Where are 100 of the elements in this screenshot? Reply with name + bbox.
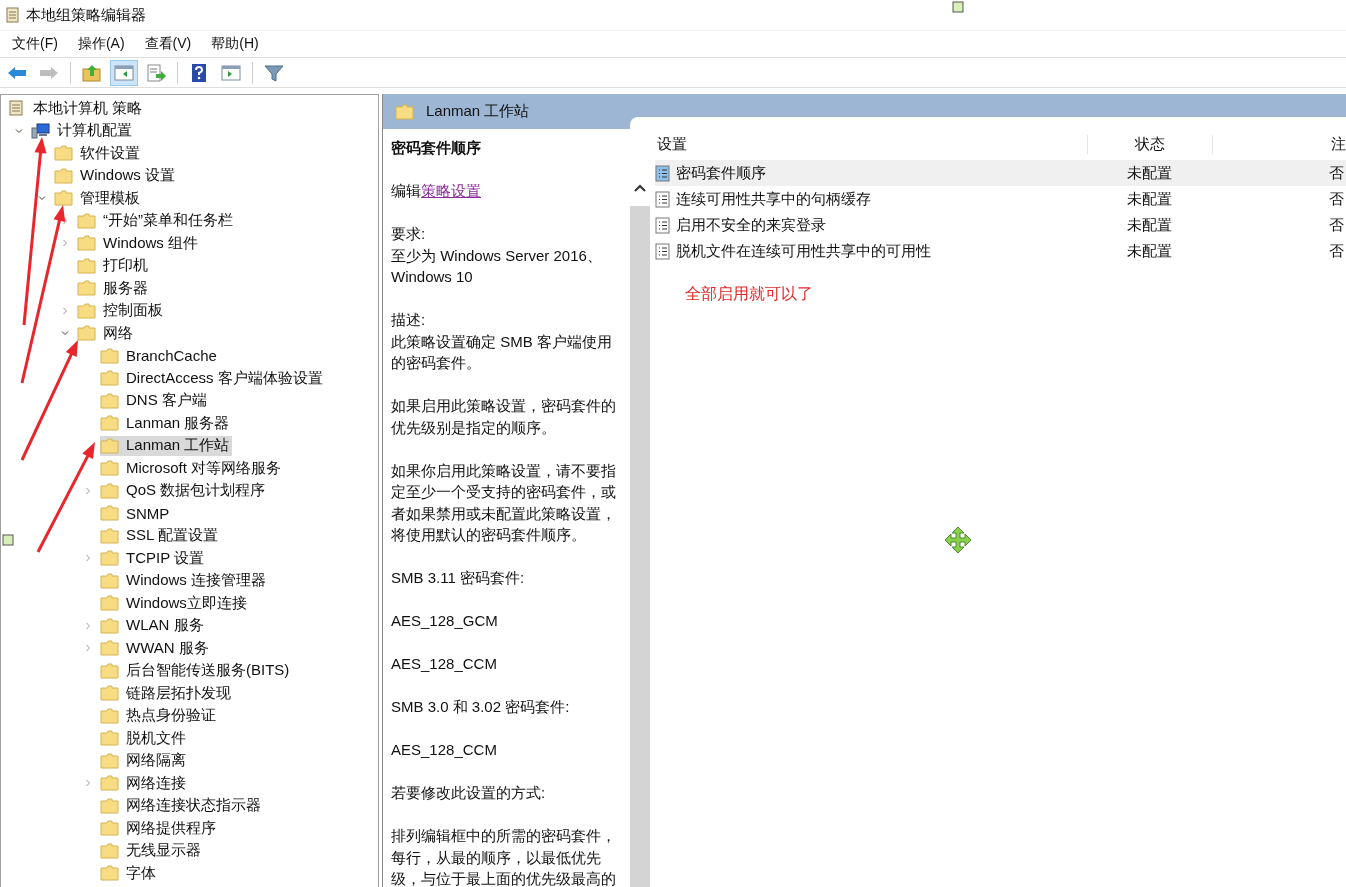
folder-icon — [100, 662, 119, 679]
folder-icon — [100, 392, 119, 409]
tree-item[interactable]: 后台智能传送服务(BITS) — [100, 660, 293, 681]
setting-icon — [655, 216, 671, 234]
resize-handle[interactable] — [2, 534, 14, 546]
description-text: AES_128_GCM — [391, 611, 499, 631]
setting-state: 未配置 — [1125, 189, 1173, 209]
tree-item[interactable]: 计算机配置 — [31, 120, 135, 141]
folder-icon — [100, 865, 119, 882]
tree-item[interactable]: 软件设置 — [54, 143, 143, 164]
folder-icon — [100, 415, 119, 432]
folder-icon — [54, 190, 73, 207]
description-text: 若要修改此设置的方式: — [391, 783, 547, 803]
tree-item[interactable]: 网络连接 — [100, 773, 189, 794]
setting-row[interactable]: 启用不安全的来宾登录 未配置 否 — [655, 212, 1346, 238]
setting-name: 密码套件顺序 — [676, 163, 766, 183]
expand-caret-icon[interactable] — [61, 216, 69, 225]
tree-item[interactable]: BranchCache — [100, 345, 220, 366]
folder-icon — [77, 235, 96, 252]
folder-icon — [100, 572, 119, 589]
tree-item[interactable]: WWAN 服务 — [100, 638, 212, 659]
setting-comment: 否 — [1328, 241, 1345, 261]
description-text: AES_128_CCM — [391, 740, 498, 760]
column-header[interactable]: 设置 — [657, 135, 1087, 154]
tree-item[interactable]: TCPIP 设置 — [100, 548, 208, 569]
setting-state: 未配置 — [1125, 163, 1173, 183]
folder-icon — [100, 685, 119, 702]
description-text: 至少为 Windows Server 2016、Windows 10 — [391, 245, 603, 287]
setting-name: 脱机文件在连续可用性共享中的可用性 — [676, 241, 931, 261]
folder-icon — [100, 347, 119, 364]
tree-item[interactable]: 打印机 — [77, 255, 151, 276]
filter-icon — [263, 62, 285, 83]
tree-item[interactable]: Windows 连接管理器 — [100, 570, 270, 591]
edit-label: 编辑 — [391, 182, 421, 199]
tree-item[interactable]: 服务器 — [77, 278, 151, 299]
collapse-caret-icon[interactable] — [61, 329, 69, 338]
folder-icon — [100, 640, 119, 657]
tree-item[interactable]: 无线显示器 — [100, 840, 204, 861]
description-text: SMB 3.11 密码套件: — [391, 568, 526, 588]
folder-icon — [54, 167, 73, 184]
folder-icon — [77, 302, 96, 319]
setting-state: 未配置 — [1125, 241, 1173, 261]
tree-item[interactable]: DNS 客户端 — [100, 390, 210, 411]
setting-row[interactable]: 密码套件顺序 未配置 否 — [655, 160, 1346, 186]
scroll-up-icon[interactable] — [634, 184, 646, 192]
folder-icon — [100, 707, 119, 724]
folder-icon — [100, 595, 119, 612]
tree-item[interactable]: 网络 — [77, 323, 136, 344]
tree-item[interactable]: Windows立即连接 — [100, 593, 250, 614]
tree-item[interactable]: Windows 设置 — [54, 165, 179, 186]
tree-item[interactable]: QoS 数据包计划程序 — [100, 480, 269, 501]
tree-button[interactable] — [110, 59, 138, 86]
tree-item[interactable]: Windows 组件 — [77, 233, 202, 254]
pane-title: Lanman 工作站 — [426, 102, 530, 121]
setting-state: 未配置 — [1125, 215, 1173, 235]
tree-item[interactable]: 网络提供程序 — [100, 818, 219, 839]
setting-comment: 否 — [1328, 215, 1345, 235]
tree-item[interactable]: 管理模板 — [54, 188, 143, 209]
collapse-caret-icon[interactable] — [38, 194, 46, 203]
collapse-caret-icon[interactable] — [15, 126, 23, 135]
tree-item[interactable]: “开始”菜单和任务栏 — [77, 210, 236, 231]
tree-item[interactable]: SSL 配置设置 — [100, 525, 221, 546]
tree-item[interactable]: 网络连接状态指示器 — [100, 795, 264, 816]
menu-item[interactable]: 查看(V) — [144, 35, 192, 53]
description-text: AES_128_CCM — [391, 654, 498, 674]
tree-item[interactable]: 脱机文件 — [100, 728, 189, 749]
tree-item[interactable]: 网络隔离 — [100, 750, 189, 771]
folder-icon — [100, 797, 119, 814]
folder-icon — [100, 775, 119, 792]
policy-title: 密码套件顺序 — [391, 138, 482, 158]
column-header[interactable]: 注 — [1213, 135, 1346, 154]
folder-icon — [77, 257, 96, 274]
tree-item[interactable]: 本地计算机 策略 — [7, 98, 146, 119]
menu-item[interactable]: 操作(A) — [77, 35, 125, 53]
folder-icon — [395, 103, 414, 120]
export-list-icon — [145, 62, 167, 83]
tree-item[interactable]: 链路层拓扑发现 — [100, 683, 234, 704]
tree-item[interactable]: DirectAccess 客户端体验设置 — [100, 368, 326, 389]
setting-row[interactable]: 连续可用性共享中的句柄缓存 未配置 否 — [655, 186, 1346, 212]
tree-item[interactable]: 热点身份验证 — [100, 705, 219, 726]
setting-row[interactable]: 脱机文件在连续可用性共享中的可用性 未配置 否 — [655, 238, 1346, 264]
policy-settings-link[interactable]: 策略设置 — [421, 182, 481, 199]
folder-icon — [54, 145, 73, 162]
window-title: 本地组策略编辑器 — [26, 5, 146, 25]
resize-handle[interactable] — [952, 1, 964, 13]
menu-item[interactable]: 帮助(H) — [211, 35, 259, 53]
tree-item[interactable]: 字体 — [100, 863, 159, 884]
folder-icon — [77, 325, 96, 342]
tree-item[interactable]: Lanman 工作站 — [100, 435, 233, 456]
tree-item[interactable]: Microsoft 对等网络服务 — [100, 458, 284, 479]
menu-item[interactable]: 文件(F) — [12, 35, 58, 53]
tree-item[interactable]: Lanman 服务器 — [100, 413, 233, 434]
setting-comment: 否 — [1328, 189, 1345, 209]
tree-item[interactable]: SNMP — [100, 503, 173, 524]
setting-icon — [655, 164, 671, 182]
folder-up-icon — [81, 62, 103, 83]
tree-item[interactable]: WLAN 服务 — [100, 615, 207, 636]
folder-icon — [100, 460, 119, 477]
column-header[interactable]: 状态 — [1087, 135, 1213, 154]
tree-item[interactable]: 控制面板 — [77, 300, 166, 321]
